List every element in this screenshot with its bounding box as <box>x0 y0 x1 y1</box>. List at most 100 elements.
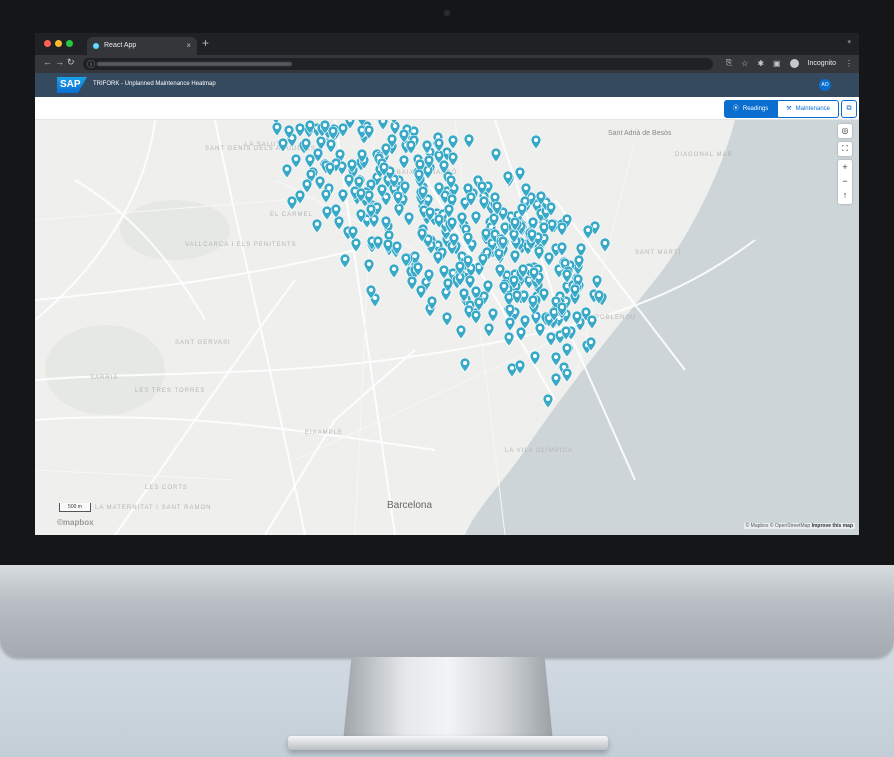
location-marker[interactable] <box>422 140 433 155</box>
mapbox-logo[interactable]: ©mapbox <box>57 518 94 527</box>
location-marker[interactable] <box>479 196 490 211</box>
attribution-text[interactable]: © Mapbox © OpenStreetMap <box>746 523 811 529</box>
location-marker[interactable] <box>562 269 573 284</box>
maintenance-toggle-button[interactable]: ⚒ Maintenance <box>777 100 839 118</box>
location-marker[interactable] <box>539 288 550 303</box>
location-marker[interactable] <box>491 147 502 162</box>
location-marker[interactable] <box>470 211 481 226</box>
location-marker[interactable] <box>364 259 375 274</box>
location-marker[interactable] <box>573 254 584 269</box>
location-marker[interactable] <box>535 190 546 205</box>
location-marker[interactable] <box>508 274 519 289</box>
location-marker[interactable] <box>399 180 410 195</box>
location-marker[interactable] <box>399 154 410 169</box>
location-marker[interactable] <box>366 285 377 300</box>
location-marker[interactable] <box>466 192 477 207</box>
location-marker[interactable] <box>514 359 525 374</box>
location-marker[interactable] <box>365 203 376 218</box>
location-marker[interactable] <box>312 218 323 233</box>
location-marker[interactable] <box>508 229 519 244</box>
map-canvas[interactable]: Sant Genís dels Agudells El Carmel Vallc… <box>35 120 859 535</box>
location-marker[interactable] <box>424 207 435 222</box>
location-marker[interactable] <box>404 212 415 227</box>
bookmark-star-icon[interactable]: ☆ <box>741 59 748 68</box>
location-marker[interactable] <box>477 253 488 268</box>
location-marker[interactable] <box>304 120 315 134</box>
incognito-icon[interactable] <box>789 58 799 68</box>
location-marker[interactable] <box>315 175 326 190</box>
address-bar[interactable]: ⓘ <box>83 58 713 70</box>
location-marker[interactable] <box>494 263 505 278</box>
location-marker[interactable] <box>585 337 596 352</box>
location-marker[interactable] <box>378 120 389 131</box>
location-marker[interactable] <box>550 372 561 387</box>
location-marker[interactable] <box>516 202 527 217</box>
location-marker[interactable] <box>356 187 367 202</box>
zoom-out-button[interactable]: − <box>838 174 852 188</box>
location-marker[interactable] <box>346 158 357 173</box>
location-marker[interactable] <box>529 266 540 281</box>
user-avatar[interactable]: AO <box>819 79 831 91</box>
location-marker[interactable] <box>325 138 336 153</box>
location-marker[interactable] <box>413 169 424 184</box>
sidepanel-icon[interactable]: ▣ <box>773 59 781 68</box>
location-marker[interactable] <box>344 174 355 189</box>
location-marker[interactable] <box>302 178 313 193</box>
tab-search-chevron-icon[interactable]: ▾ <box>847 38 851 46</box>
location-marker[interactable] <box>291 154 302 169</box>
location-marker[interactable] <box>344 120 355 129</box>
location-marker[interactable] <box>560 326 571 341</box>
location-marker[interactable] <box>433 214 444 229</box>
location-marker[interactable] <box>391 240 402 255</box>
location-marker[interactable] <box>456 324 467 339</box>
locate-button[interactable]: ◎ <box>838 124 852 138</box>
location-marker[interactable] <box>546 202 557 217</box>
location-marker[interactable] <box>455 261 466 276</box>
translate-icon[interactable]: ⎘ <box>726 58 732 68</box>
location-marker[interactable] <box>324 161 335 176</box>
location-marker[interactable] <box>463 232 474 247</box>
maximize-window-dot[interactable] <box>66 40 73 47</box>
location-marker[interactable] <box>457 212 468 227</box>
zoom-in-button[interactable]: + <box>838 160 852 174</box>
location-marker[interactable] <box>284 125 295 140</box>
location-marker[interactable] <box>530 350 541 365</box>
fullscreen-button[interactable]: ⛶ <box>838 142 852 156</box>
location-marker[interactable] <box>511 289 522 304</box>
reload-icon[interactable]: ↻ <box>67 57 75 68</box>
location-marker[interactable] <box>443 203 454 218</box>
location-marker[interactable] <box>272 122 283 137</box>
location-marker[interactable] <box>571 310 582 325</box>
location-marker[interactable] <box>550 351 561 366</box>
location-marker[interactable] <box>321 189 332 204</box>
location-marker[interactable] <box>527 295 538 310</box>
location-marker[interactable] <box>449 232 460 247</box>
location-marker[interactable] <box>377 183 388 198</box>
readings-toggle-button[interactable]: ⦿ Readings <box>723 100 778 118</box>
location-marker[interactable] <box>357 149 368 164</box>
location-marker[interactable] <box>599 238 610 253</box>
location-marker[interactable] <box>448 152 459 167</box>
location-marker[interactable] <box>562 342 573 357</box>
location-marker[interactable] <box>464 133 475 148</box>
location-marker[interactable] <box>380 143 391 158</box>
location-marker[interactable] <box>417 185 428 200</box>
location-marker[interactable] <box>503 332 514 347</box>
location-marker[interactable] <box>415 284 426 299</box>
location-marker[interactable] <box>277 138 288 153</box>
location-marker[interactable] <box>557 301 568 316</box>
location-marker[interactable] <box>287 195 298 210</box>
location-marker[interactable] <box>340 253 351 268</box>
location-marker[interactable] <box>471 309 482 324</box>
location-marker[interactable] <box>582 224 593 239</box>
improve-map-link[interactable]: Improve this map <box>812 523 853 529</box>
location-marker[interactable] <box>442 312 453 327</box>
location-marker[interactable] <box>446 175 456 190</box>
new-tab-button[interactable]: + <box>202 36 209 50</box>
location-marker[interactable] <box>372 235 383 250</box>
location-marker[interactable] <box>498 235 509 250</box>
location-marker[interactable] <box>379 162 390 177</box>
location-marker[interactable] <box>448 134 459 149</box>
location-marker[interactable] <box>407 276 418 291</box>
location-marker[interactable] <box>460 358 470 373</box>
